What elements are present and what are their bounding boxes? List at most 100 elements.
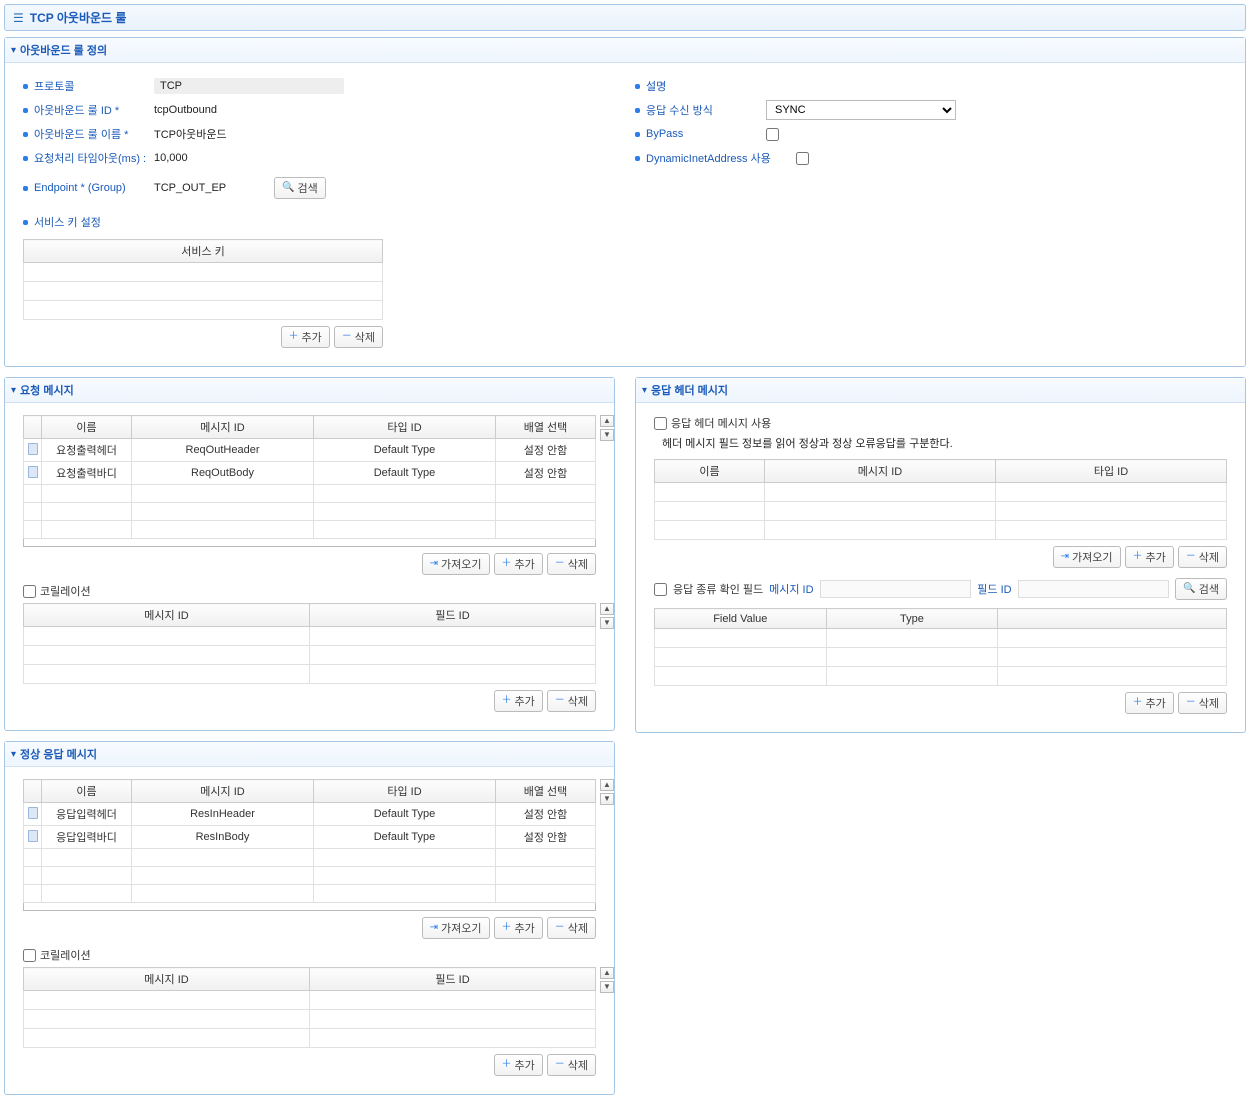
col-msg-id: 메시지 ID [132, 416, 314, 439]
move-down-button[interactable]: ▼ [600, 793, 614, 805]
section-header-response[interactable]: ▾ 정상 응답 메시지 [5, 742, 614, 767]
import-icon: ⇥ [430, 559, 438, 569]
table-row[interactable]: 응답입력헤더 ResInHeader Default Type 설정 안함 [24, 803, 596, 826]
label-correlation: 코릴레이션 [40, 583, 91, 599]
label-endpoint: Endpoint * (Group) [34, 182, 154, 194]
label-field-id: 필드 ID [977, 581, 1011, 597]
section-header-request[interactable]: ▾ 요청 메시지 [5, 378, 614, 403]
plus-icon: ＋ [289, 332, 299, 342]
label-bypass: ByPass [646, 128, 766, 140]
table-cell[interactable] [24, 301, 383, 320]
req-delete-button[interactable]: －삭제 [547, 553, 596, 575]
field-id-input[interactable] [1018, 580, 1170, 598]
field-value-grid[interactable]: Field Value Type [654, 608, 1227, 686]
request-grid[interactable]: 이름 메시지 ID 타입 ID 배열 선택 요청출력헤더 ReqOutHeade… [23, 415, 596, 539]
plus-icon: ＋ [1133, 698, 1143, 708]
row-reorder-stepper[interactable]: ▲ ▼ [600, 415, 614, 441]
use-resp-header-checkbox[interactable] [654, 417, 667, 430]
section-header-resp-header[interactable]: ▾ 응답 헤더 메시지 [636, 378, 1245, 403]
res-import-button[interactable]: ⇥가져오기 [422, 917, 490, 939]
page-header: ☰ TCP 아웃바운드 룰 [4, 4, 1246, 31]
fv-delete-button[interactable]: －삭제 [1178, 692, 1227, 714]
res-correlation-checkbox[interactable] [23, 949, 36, 962]
res-corr-add-button[interactable]: ＋추가 [494, 1054, 543, 1076]
table-cell[interactable] [24, 263, 383, 282]
label-protocol: 프로토콜 [34, 78, 154, 94]
req-correlation-checkbox[interactable] [23, 585, 36, 598]
col-type-id: 타입 ID [314, 780, 496, 803]
bullet-icon [23, 156, 28, 161]
req-correlation-grid[interactable]: 메시지 ID 필드 ID [23, 603, 596, 684]
req-corr-add-button[interactable]: ＋추가 [494, 690, 543, 712]
svc-delete-button[interactable]: －삭제 [334, 326, 383, 348]
col-array: 배열 선택 [496, 780, 596, 803]
move-down-button[interactable]: ▼ [600, 429, 614, 441]
value-rule-id: tcpOutbound [154, 104, 344, 116]
table-row[interactable]: 요청출력헤더 ReqOutHeader Default Type 설정 안함 [24, 439, 596, 462]
resp-header-help: 헤더 메시지 필드 정보를 읽어 정상과 정상 오류응답를 구분한다. [662, 435, 1227, 451]
minus-icon: － [1186, 552, 1196, 562]
horizontal-scrollbar[interactable] [23, 903, 596, 911]
doc-icon [28, 443, 38, 455]
res-correlation-grid[interactable]: 메시지 ID 필드 ID [23, 967, 596, 1048]
move-up-button[interactable]: ▲ [600, 415, 614, 427]
table-cell[interactable] [24, 282, 383, 301]
move-down-button[interactable]: ▼ [600, 981, 614, 993]
move-up-button[interactable]: ▲ [600, 967, 614, 979]
search-icon: 🔍 [1183, 584, 1195, 594]
req-corr-delete-button[interactable]: －삭제 [547, 690, 596, 712]
table-row[interactable]: 요청출력바디 ReqOutBody Default Type 설정 안함 [24, 462, 596, 485]
plus-icon: ＋ [502, 923, 512, 933]
section-header-definition[interactable]: ▾ 아웃바운드 룰 정의 [5, 38, 1245, 63]
plus-icon: ＋ [1133, 552, 1143, 562]
field-search-button[interactable]: 🔍 검색 [1175, 578, 1227, 600]
rh-import-button[interactable]: ⇥가져오기 [1053, 546, 1121, 568]
resp-header-grid[interactable]: 이름 메시지 ID 타입 ID [654, 459, 1227, 540]
service-key-grid[interactable]: 서비스 키 [23, 239, 383, 320]
table-row[interactable]: 응답입력바디 ResInBody Default Type 설정 안함 [24, 826, 596, 849]
req-import-button[interactable]: ⇥가져오기 [422, 553, 490, 575]
recv-mode-select[interactable]: SYNC [766, 100, 956, 120]
res-delete-button[interactable]: －삭제 [547, 917, 596, 939]
col-array: 배열 선택 [496, 416, 596, 439]
rh-delete-button[interactable]: －삭제 [1178, 546, 1227, 568]
res-add-button[interactable]: ＋추가 [494, 917, 543, 939]
rh-add-button[interactable]: ＋추가 [1125, 546, 1174, 568]
plus-icon: ＋ [502, 1060, 512, 1070]
col-msg-id: 메시지 ID [24, 968, 310, 991]
section-title: 아웃바운드 룰 정의 [20, 42, 107, 58]
label-msg-id: 메시지 ID [769, 581, 813, 597]
value-rule-name: TCP아웃바운드 [154, 126, 344, 142]
value-endpoint: TCP_OUT_EP [154, 182, 274, 194]
endpoint-search-button[interactable]: 🔍 검색 [274, 177, 326, 199]
page-title: TCP 아웃바운드 룰 [30, 9, 127, 26]
bullet-icon [635, 156, 640, 161]
msg-id-input[interactable] [820, 580, 972, 598]
label-resp-type-check: 응답 종류 확인 필드 [673, 581, 763, 597]
collapse-icon: ▾ [11, 749, 16, 760]
svc-add-button[interactable]: ＋추가 [281, 326, 330, 348]
label-service-key: 서비스 키 설정 [34, 214, 154, 230]
doc-icon [28, 807, 38, 819]
move-down-button[interactable]: ▼ [600, 617, 614, 629]
plus-icon: ＋ [502, 696, 512, 706]
dyn-inet-checkbox[interactable] [796, 152, 809, 165]
resp-type-check-checkbox[interactable] [654, 583, 667, 596]
row-reorder-stepper[interactable]: ▲ ▼ [600, 603, 614, 629]
bypass-checkbox[interactable] [766, 128, 779, 141]
col-field-id: 필드 ID [310, 968, 596, 991]
move-up-button[interactable]: ▲ [600, 779, 614, 791]
row-reorder-stepper[interactable]: ▲ ▼ [600, 967, 614, 993]
bullet-icon [635, 108, 640, 113]
col-name: 이름 [655, 460, 765, 483]
horizontal-scrollbar[interactable] [23, 539, 596, 547]
row-reorder-stepper[interactable]: ▲ ▼ [600, 779, 614, 805]
plus-icon: ＋ [502, 559, 512, 569]
req-add-button[interactable]: ＋추가 [494, 553, 543, 575]
move-up-button[interactable]: ▲ [600, 603, 614, 615]
col-msg-id: 메시지 ID [132, 780, 314, 803]
fv-add-button[interactable]: ＋추가 [1125, 692, 1174, 714]
res-corr-delete-button[interactable]: －삭제 [547, 1054, 596, 1076]
bullet-icon [23, 84, 28, 89]
response-grid[interactable]: 이름 메시지 ID 타입 ID 배열 선택 응답입력헤더 ResInHeader… [23, 779, 596, 903]
